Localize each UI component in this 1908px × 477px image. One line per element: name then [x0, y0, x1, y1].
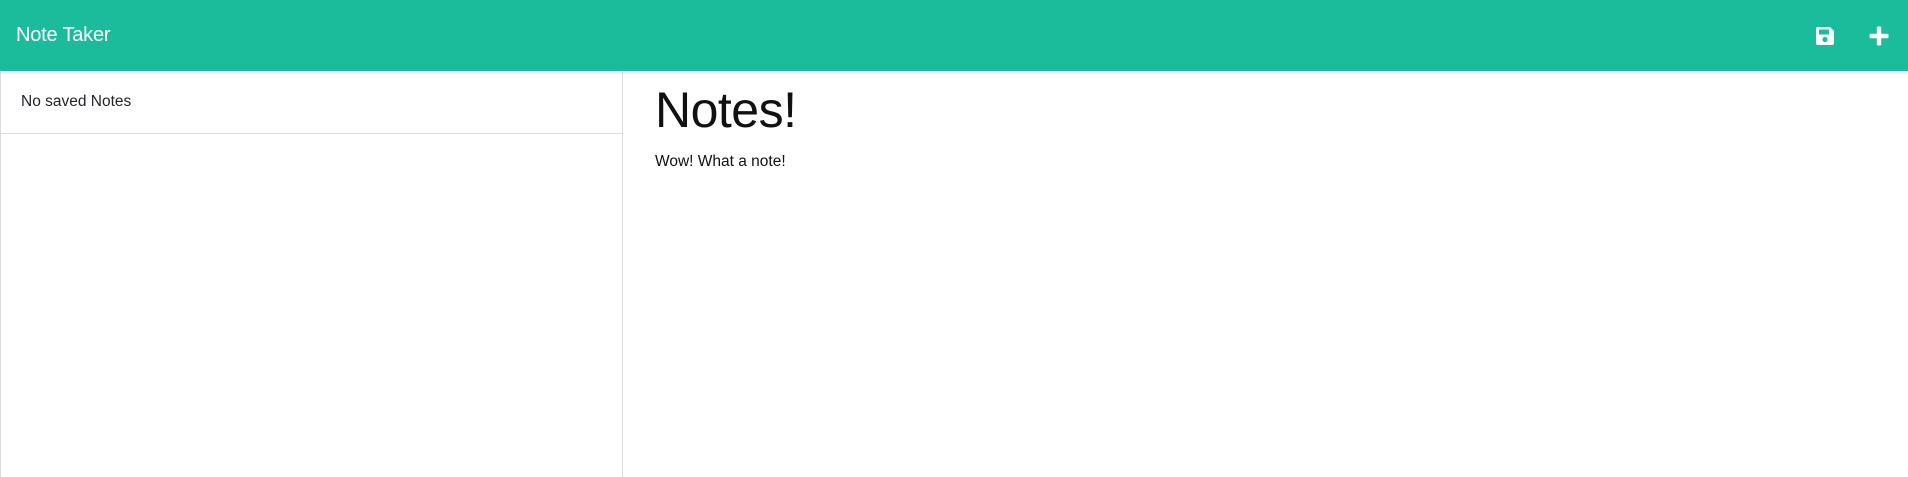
- app-title[interactable]: Note Taker: [16, 24, 111, 47]
- navbar: Note Taker: [0, 0, 1908, 71]
- note-title[interactable]: Notes!: [655, 85, 1875, 135]
- save-icon[interactable]: [1812, 23, 1838, 49]
- list-item-label: No saved Notes: [21, 93, 132, 110]
- plus-icon[interactable]: [1866, 23, 1892, 49]
- note-text[interactable]: Wow! What a note!: [655, 153, 1875, 171]
- note-list: No saved Notes: [0, 71, 623, 477]
- toolbar: [1812, 23, 1892, 49]
- list-item[interactable]: No saved Notes: [1, 71, 622, 134]
- note-view: Notes! Wow! What a note!: [655, 71, 1875, 477]
